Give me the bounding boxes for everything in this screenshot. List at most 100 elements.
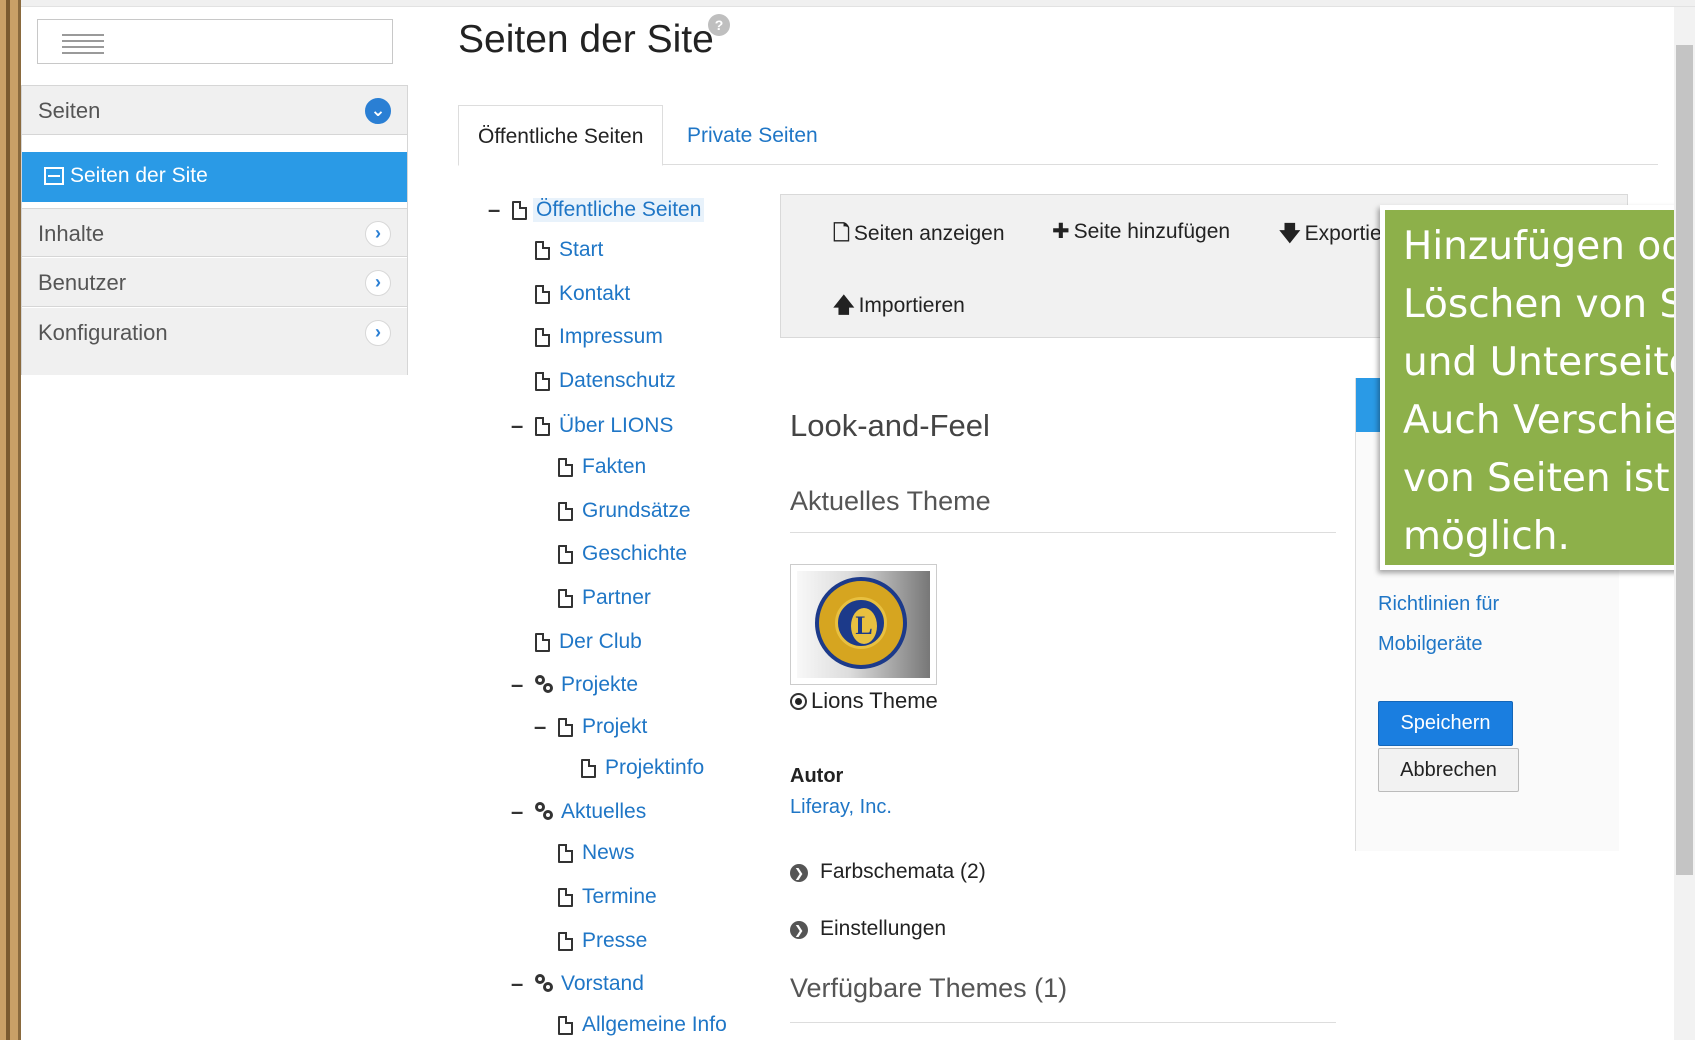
page-icon — [558, 932, 573, 951]
tree-node-label: Start — [559, 238, 604, 261]
arrow-up-icon: 🡅 — [833, 294, 855, 317]
sidebar-section-benutzer[interactable]: Benutzer › — [22, 258, 407, 307]
sidebar-section-label: Benutzer — [38, 270, 127, 295]
tree-node-label: Der Club — [559, 630, 642, 653]
page-icon — [558, 502, 573, 521]
chevron-right-icon: › — [365, 221, 391, 247]
sidebar-section-konfiguration[interactable]: Konfiguration › — [22, 308, 407, 375]
sidebar-search-input[interactable] — [37, 19, 393, 64]
sidebar-section-label: Inhalte — [38, 221, 105, 246]
tree-toggle[interactable]: – — [511, 672, 523, 698]
page-icon — [558, 1016, 573, 1035]
callout-line: Löschen von Se — [1403, 282, 1695, 327]
tree-node-label: Öffentliche Seiten — [533, 198, 705, 222]
cancel-button[interactable]: Abbrechen — [1378, 748, 1519, 792]
sidebar-panel: Seiten ⌄ Seiten der Site Inhalte › Benut… — [21, 85, 408, 375]
chevron-right-icon: › — [365, 270, 391, 296]
callout-line: Auch Verschieb — [1403, 398, 1695, 443]
author-link[interactable]: Liferay, Inc. — [790, 796, 892, 819]
sidebar-section-seiten[interactable]: Seiten ⌄ — [22, 86, 407, 135]
look-and-feel-heading: Look-and-Feel — [790, 408, 990, 443]
lions-logo: L — [815, 577, 907, 669]
help-callout: Hinzufügen ode Löschen von Se und Unters… — [1380, 205, 1695, 570]
tree-node-label: Über LIONS — [559, 414, 674, 437]
tab-bar: Öffentliche Seiten Private Seiten — [458, 105, 1658, 166]
export-label: Exportie — [1304, 222, 1382, 245]
page-icon: 🗋 — [833, 222, 850, 245]
arrow-down-icon: 🡇 — [1279, 222, 1301, 245]
callout-line: und Unterseite — [1403, 340, 1693, 385]
tree-node-label: News — [582, 841, 635, 864]
chevron-right-circle-icon: ❯ — [790, 921, 808, 939]
theme-thumbnail[interactable]: L — [790, 564, 937, 685]
tree-node-label: Allgemeine Info — [582, 1013, 727, 1036]
current-theme-heading: Aktuelles Theme — [790, 486, 991, 516]
tree-node-label: Projektinfo — [605, 756, 705, 779]
tree-node-label: Grundsätze — [582, 499, 691, 522]
view-pages-label: Seiten anzeigen — [853, 222, 1005, 245]
radio-selected-icon — [790, 693, 807, 710]
page-icon — [535, 285, 550, 304]
page-icon — [535, 241, 550, 260]
color-schemes-label: Farbschemata (2) — [820, 860, 986, 883]
available-themes-heading: Verfügbare Themes (1) — [790, 973, 1068, 1003]
color-schemes-toggle[interactable]: ❯ Farbschemata (2) — [790, 860, 986, 884]
page-icon — [558, 718, 573, 737]
tree-node-label: Fakten — [582, 455, 647, 478]
page-icon — [558, 844, 573, 863]
link-icon — [535, 974, 555, 994]
link-icon — [535, 675, 555, 695]
add-page-button[interactable]: ✚ Seite hinzufügen — [1052, 219, 1230, 244]
mobile-rules-link-line2[interactable]: Mobilgeräte — [1378, 633, 1483, 656]
export-button[interactable]: 🡇 Exportie — [1279, 219, 1382, 254]
tree-toggle[interactable]: – — [534, 714, 546, 740]
theme-radio[interactable]: Lions Theme — [790, 688, 938, 714]
sidebar-item-seiten-der-site[interactable]: Seiten der Site — [22, 152, 407, 202]
save-button[interactable]: Speichern — [1378, 701, 1513, 746]
page-icon — [535, 372, 550, 391]
scrollbar[interactable] — [1674, 7, 1695, 1040]
window-frame — [0, 0, 21, 1040]
tree-toggle[interactable]: – — [488, 197, 500, 223]
top-edge — [21, 0, 1695, 7]
chevron-right-icon: › — [365, 320, 391, 346]
tree-node-label: Datenschutz — [559, 369, 676, 392]
tree-toggle[interactable]: – — [511, 413, 523, 439]
link-icon — [535, 802, 555, 822]
view-pages-button[interactable]: 🗋 Seiten anzeigen — [833, 219, 1005, 254]
sidebar-section-label: Konfiguration — [38, 320, 168, 345]
sidebar-item-label: Seiten der Site — [70, 164, 208, 187]
theme-name: Lions Theme — [811, 688, 938, 713]
sidebar-section-label: Seiten — [38, 98, 101, 123]
chevron-right-circle-icon: ❯ — [790, 864, 808, 882]
page-title: Seiten der Site — [458, 18, 714, 61]
callout-line: möglich. — [1403, 514, 1570, 559]
settings-toggle[interactable]: ❯ Einstellungen — [790, 917, 946, 941]
tree-node-label: Geschichte — [582, 542, 688, 565]
tree-node-label: Termine — [582, 885, 657, 908]
divider — [790, 532, 1336, 533]
page-icon — [558, 458, 573, 477]
page-icon — [535, 417, 550, 436]
page-icon — [581, 759, 596, 778]
sidebar-section-inhalte[interactable]: Inhalte › — [22, 208, 407, 257]
tree-node-label: Impressum — [559, 325, 663, 348]
page-icon — [535, 633, 550, 652]
divider — [790, 1022, 1336, 1023]
page-icon — [558, 545, 573, 564]
tree-node-label: Projekte — [561, 673, 639, 696]
import-label: Importieren — [858, 294, 965, 317]
tab-public-pages[interactable]: Öffentliche Seiten — [458, 105, 664, 166]
import-button[interactable]: 🡅 Importieren — [833, 291, 965, 326]
logo-letter: L — [851, 608, 877, 644]
tree-toggle[interactable]: – — [511, 971, 523, 997]
mobile-rules-link[interactable]: Richtlinien für — [1378, 593, 1499, 616]
callout-line: Hinzufügen ode — [1403, 224, 1695, 269]
tree-toggle[interactable]: – — [511, 799, 523, 825]
tree-node-label: Vorstand — [561, 972, 644, 995]
scrollbar-thumb[interactable] — [1676, 45, 1693, 875]
help-icon[interactable]: ? — [708, 14, 730, 36]
page-icon — [558, 589, 573, 608]
tab-private-pages[interactable]: Private Seiten — [668, 105, 837, 164]
tree-node-label: Projekt — [582, 715, 648, 738]
